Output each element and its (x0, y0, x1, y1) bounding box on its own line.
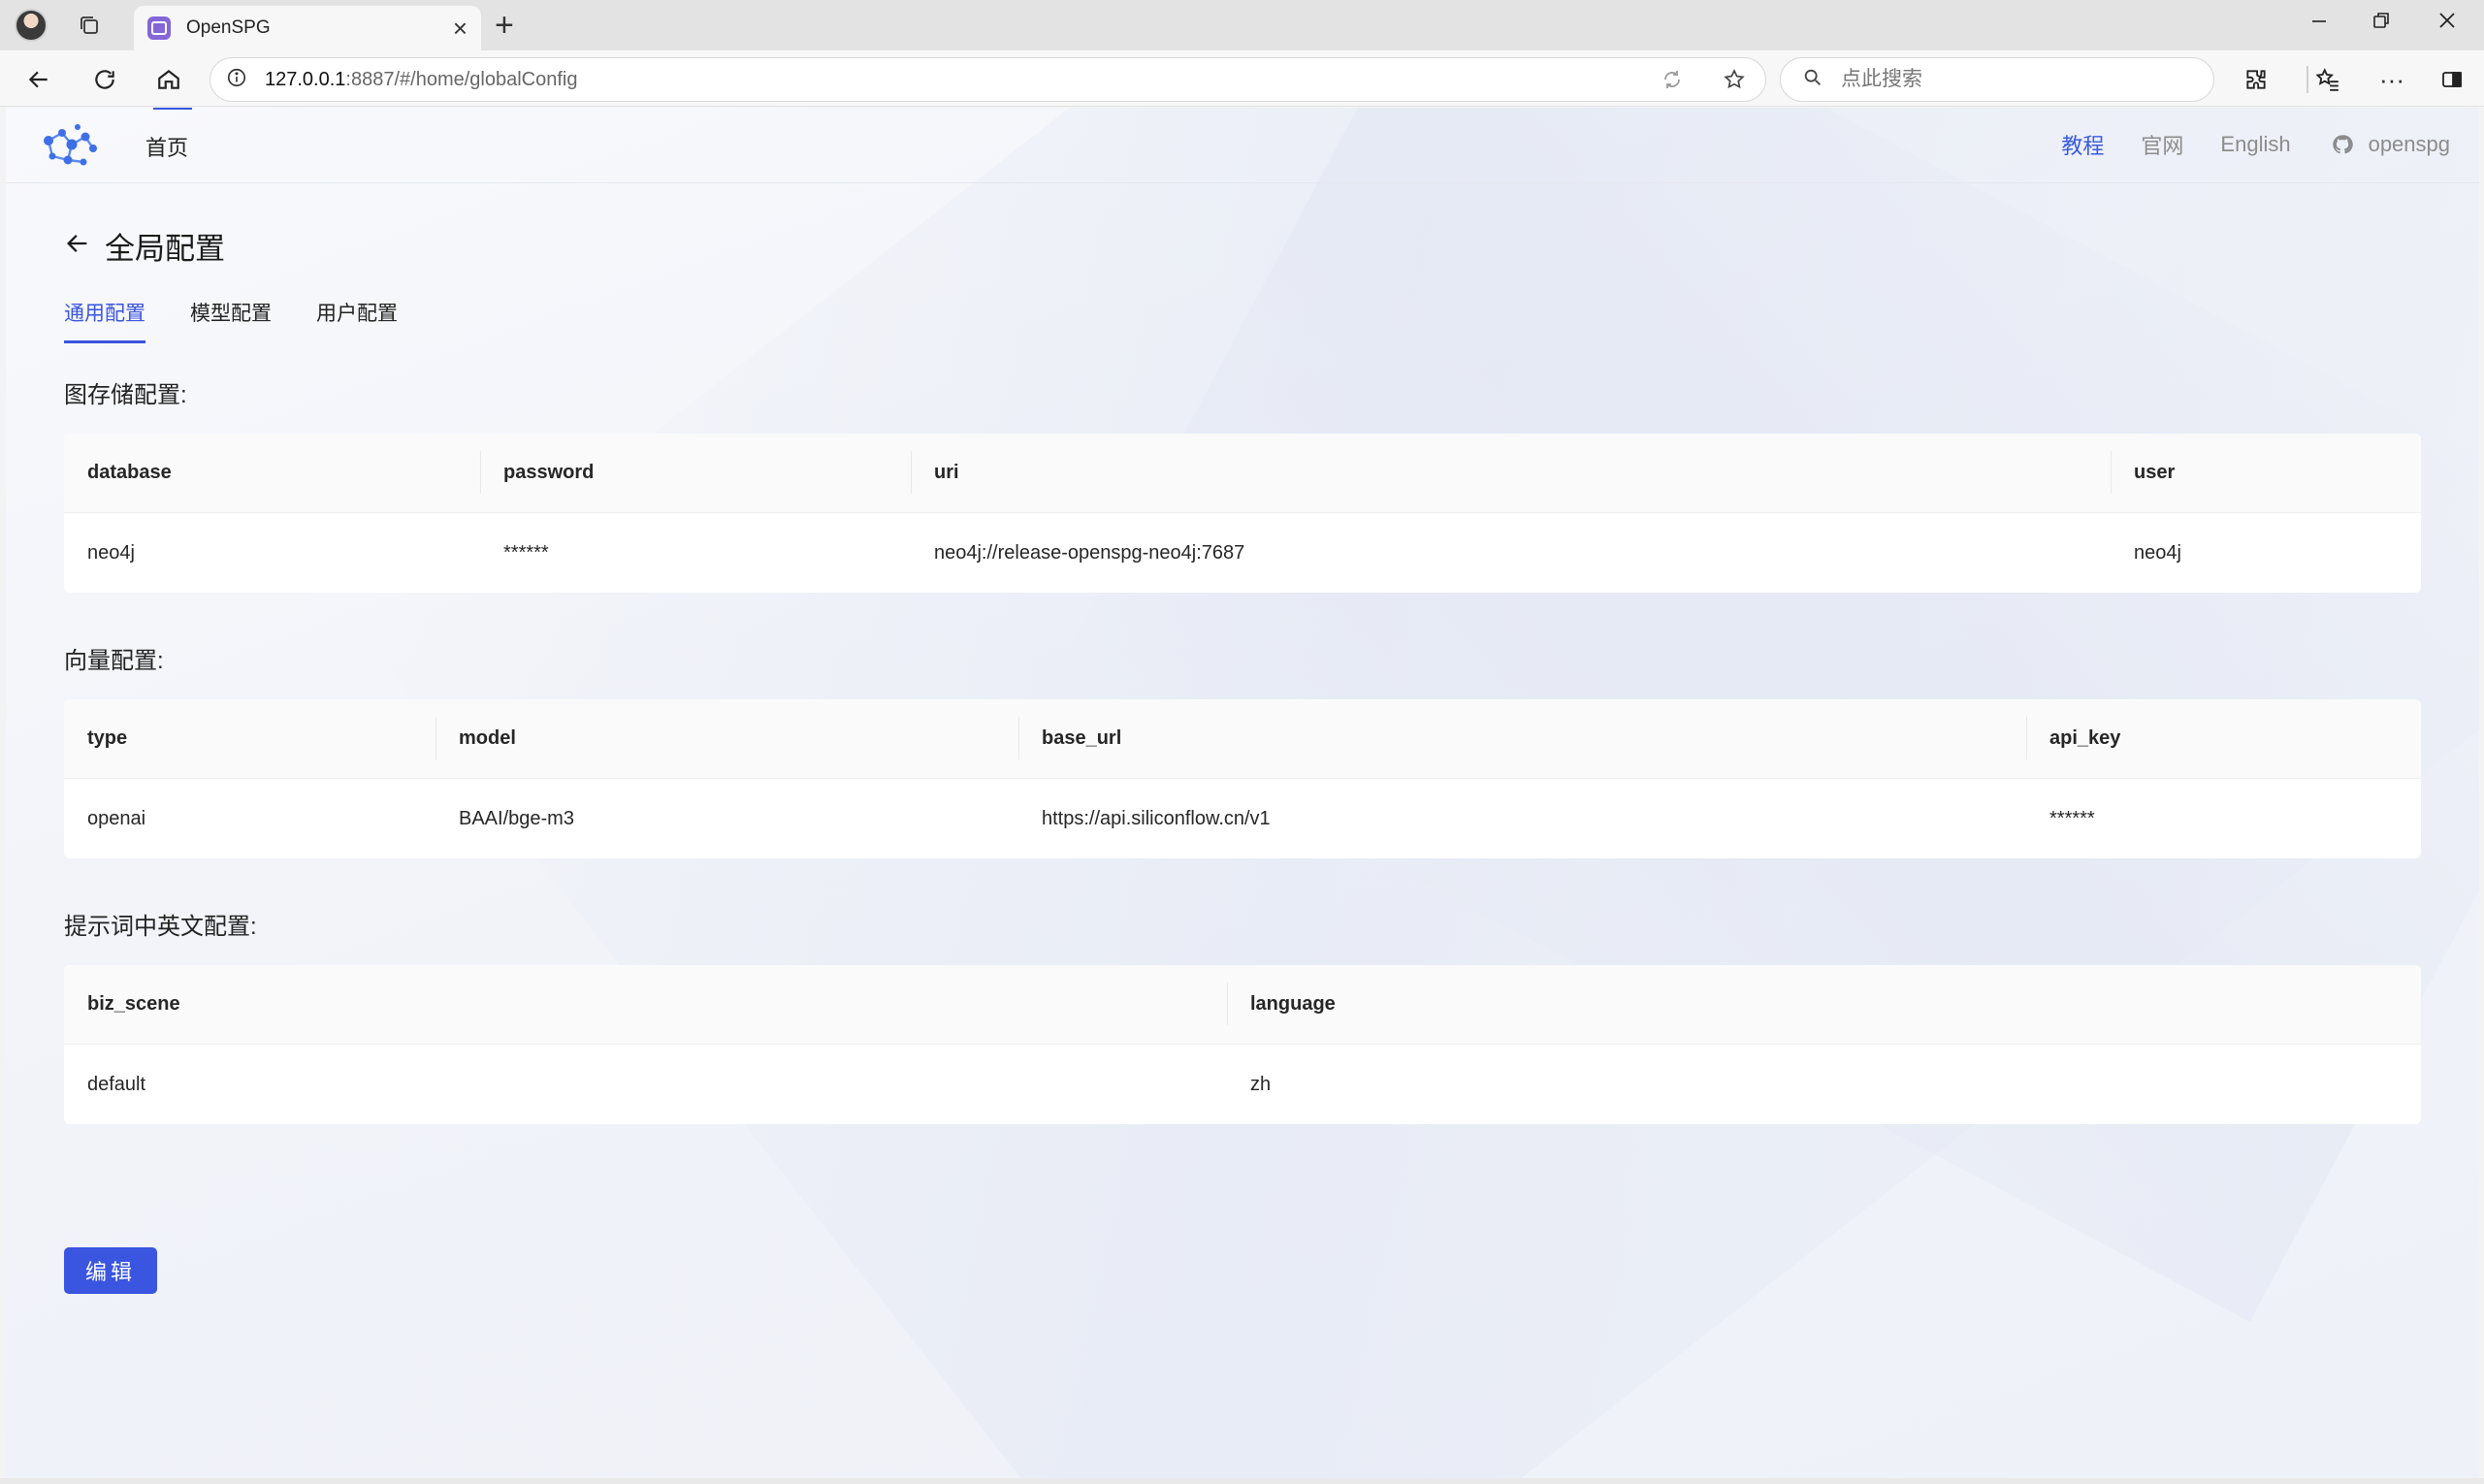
nav-home-link[interactable]: 首页 (145, 108, 193, 162)
search-icon (1802, 67, 1823, 93)
table-cell: https://api.siliconflow.cn/v1 (1042, 807, 1271, 829)
profile-avatar[interactable] (14, 8, 48, 43)
tab-model-config[interactable]: 模型配置 (190, 298, 272, 343)
url-text: 127.0.0.1:8887/#/home/globalConfig (265, 69, 577, 91)
table-row: openai BAAI/bge-m3 https://api.siliconfl… (64, 779, 2421, 858)
column-header: biz_scene (87, 993, 180, 1015)
avatar (15, 9, 48, 42)
table-cell: neo4j (87, 541, 135, 564)
browser-toolbar: 127.0.0.1:8887/#/home/globalConfig ··· (0, 50, 2484, 107)
table-cell: zh (1250, 1073, 1272, 1095)
column-header: language (1227, 983, 2421, 1025)
vector-table: type model base_url api_key openai BAAI/… (64, 699, 2421, 858)
browser-search-box[interactable] (1780, 57, 2214, 102)
translate-icon[interactable] (1661, 68, 1684, 96)
table-cell: openai (87, 807, 146, 829)
address-bar[interactable]: 127.0.0.1:8887/#/home/globalConfig (210, 57, 1766, 102)
column-header: base_url (1018, 717, 2026, 759)
column-header: type (87, 727, 128, 749)
tab-user-config[interactable]: 用户配置 (316, 298, 398, 343)
restore-icon[interactable] (2371, 10, 2392, 38)
app-header: 首页 教程 官网 English openspg (6, 108, 2479, 183)
url-host: 127.0.0.1 (265, 68, 346, 90)
tab-general-config[interactable]: 通用配置 (64, 298, 145, 343)
extensions-icon[interactable] (2239, 62, 2274, 97)
sidebar-toggle-icon[interactable] (2435, 62, 2469, 97)
table-cell: neo4j://release-openspg-neo4j:7687 (934, 541, 1245, 564)
back-arrow-icon[interactable] (64, 230, 91, 262)
header-right-links: 教程 官网 English openspg (2024, 129, 2450, 160)
graph-store-table: database password uri user neo4j ****** … (64, 434, 2421, 593)
favorite-star-icon[interactable] (1723, 68, 1746, 96)
column-header: api_key (2026, 717, 2421, 759)
openspg-favicon-icon (147, 16, 171, 40)
back-arrow-icon[interactable] (21, 62, 56, 97)
column-header: model (436, 717, 1018, 759)
table-cell: ****** (503, 541, 549, 564)
table-cell: neo4j (2134, 541, 2181, 564)
column-header: uri (911, 451, 2111, 494)
column-header: database (87, 462, 172, 483)
table-header-row: database password uri user (64, 434, 2421, 513)
page-title: 全局配置 (105, 232, 225, 266)
browser-tab[interactable]: OpenSPG × (134, 6, 481, 50)
table-cell: default (87, 1073, 146, 1095)
nav-tutorial-link[interactable]: 教程 (2061, 129, 2104, 160)
favorites-icon[interactable] (2310, 62, 2345, 97)
table-cell: ****** (2049, 807, 2095, 829)
tab-close-icon[interactable]: × (453, 16, 468, 41)
home-icon[interactable] (151, 62, 186, 97)
column-header: password (480, 451, 911, 494)
username[interactable]: openspg (2369, 132, 2450, 157)
column-header: user (2111, 451, 2421, 494)
github-icon[interactable] (2332, 134, 2353, 155)
new-tab-icon[interactable]: + (495, 8, 514, 43)
config-tabs: 通用配置 模型配置 用户配置 (64, 298, 442, 343)
window-bottom-border (0, 1478, 2484, 1484)
tab-title: OpenSPG (186, 17, 271, 38)
prompt-section-title: 提示词中英文配置: (64, 914, 257, 940)
collections-icon[interactable] (72, 8, 107, 43)
toolbar-divider (2307, 66, 2308, 93)
url-path: :8887/#/home/globalConfig (345, 68, 578, 90)
openspg-logo-icon[interactable] (39, 119, 103, 172)
more-menu-icon[interactable]: ··· (2374, 62, 2409, 97)
minimize-icon[interactable] (2308, 10, 2330, 38)
search-input[interactable] (1841, 68, 2190, 91)
table-header-row: type model base_url api_key (64, 699, 2421, 779)
site-info-icon[interactable] (226, 67, 247, 93)
browser-tab-bar: OpenSPG × + (0, 0, 2484, 50)
table-header-row: biz_scene language (64, 965, 2421, 1045)
vector-section-title: 向量配置: (64, 648, 164, 674)
reload-icon[interactable] (87, 62, 122, 97)
prompt-table: biz_scene language default zh (64, 965, 2421, 1124)
graph-store-section-title: 图存储配置: (64, 382, 187, 408)
table-row: neo4j ****** neo4j://release-openspg-neo… (64, 513, 2421, 593)
nav-official-site-link[interactable]: 官网 (2141, 129, 2183, 160)
table-cell: BAAI/bge-m3 (459, 807, 574, 829)
edit-button[interactable]: 编辑 (64, 1247, 157, 1294)
page-title-row: 全局配置 (64, 224, 225, 268)
nav-language-link[interactable]: English (2220, 132, 2290, 157)
page-viewport: 首页 教程 官网 English openspg 全局配置 通用配置 模型配置 … (6, 108, 2479, 1478)
window-close-icon[interactable] (2436, 10, 2458, 38)
table-row: default zh (64, 1045, 2421, 1124)
